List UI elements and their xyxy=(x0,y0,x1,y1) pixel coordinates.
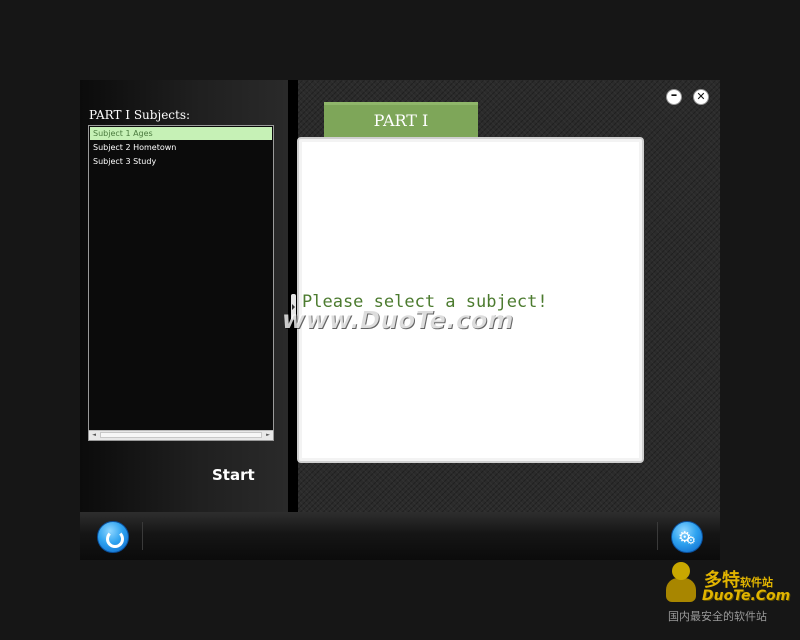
tab-part-one[interactable]: PART Ⅰ xyxy=(324,102,478,137)
refresh-icon xyxy=(106,530,124,548)
duote-logo: 多特软件站 DuoTe.Com 国内最安全的软件站 xyxy=(664,560,798,632)
start-button[interactable]: Start xyxy=(212,466,255,484)
subject-item-study[interactable]: Subject 3 Study xyxy=(90,155,272,168)
logo-english-name: DuoTe.Com xyxy=(702,588,791,604)
subject-item-ages[interactable]: Subject 1 Ages xyxy=(90,127,272,140)
bottom-track xyxy=(142,522,658,550)
refresh-button[interactable] xyxy=(97,521,129,553)
mascot-icon xyxy=(666,562,696,604)
bottom-bar: ⚙ xyxy=(80,512,720,560)
scroll-thumb[interactable] xyxy=(100,432,262,438)
horizontal-scrollbar[interactable]: ◄ ► xyxy=(89,430,273,440)
settings-button[interactable]: ⚙ xyxy=(671,521,703,553)
subject-list[interactable]: Subject 1 Ages Subject 2 Hometown Subjec… xyxy=(88,125,274,441)
scroll-right-arrow-icon[interactable]: ► xyxy=(264,432,272,439)
logo-tagline: 国内最安全的软件站 xyxy=(668,610,767,623)
minimize-button[interactable]: – xyxy=(666,89,682,105)
watermark-url: www.DuoTe.com xyxy=(282,305,514,334)
scroll-left-arrow-icon[interactable]: ◄ xyxy=(90,432,98,439)
subject-item-hometown[interactable]: Subject 2 Hometown xyxy=(90,141,272,154)
subjects-title: PART Ⅰ Subjects: xyxy=(89,108,191,122)
subjects-panel: PART Ⅰ Subjects: Subject 1 Ages Subject … xyxy=(80,80,288,512)
close-button[interactable]: ✕ xyxy=(693,89,709,105)
gears-icon: ⚙ xyxy=(678,528,696,550)
